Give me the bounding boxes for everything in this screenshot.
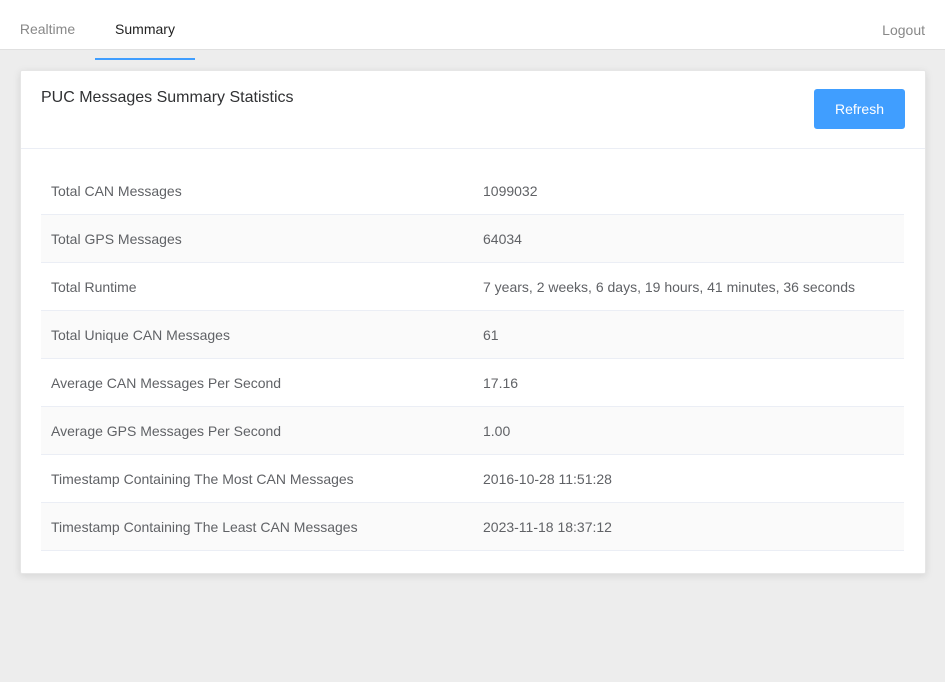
tab-realtime-label: Realtime	[19, 21, 76, 37]
stats-table: Total CAN Messages 1099032 Total GPS Mes…	[41, 167, 904, 551]
table-row: Average GPS Messages Per Second 1.00	[41, 406, 904, 455]
table-row: Total Unique CAN Messages 61	[41, 310, 904, 359]
stat-label: Total Runtime	[41, 262, 473, 311]
stat-value: 17.16	[473, 358, 904, 407]
card-title: PUC Messages Summary Statistics	[41, 89, 294, 106]
stat-label: Total CAN Messages	[41, 167, 473, 215]
stat-label: Total GPS Messages	[41, 214, 473, 263]
stat-label: Average GPS Messages Per Second	[41, 406, 473, 455]
table-row: Timestamp Containing The Least CAN Messa…	[41, 502, 904, 551]
stat-value: 64034	[473, 214, 904, 263]
top-navbar: Realtime Summary Logout	[0, 0, 945, 60]
table-row: Average CAN Messages Per Second 17.16	[41, 358, 904, 407]
stat-label: Timestamp Containing The Least CAN Messa…	[41, 502, 473, 551]
stat-value: 2023-11-18 18:37:12	[473, 502, 904, 551]
logout-link[interactable]: Logout	[882, 0, 925, 60]
tab-summary[interactable]: Summary	[95, 0, 195, 59]
table-row: Total GPS Messages 64034	[41, 214, 904, 263]
stat-label: Average CAN Messages Per Second	[41, 358, 473, 407]
stat-label: Total Unique CAN Messages	[41, 310, 473, 359]
active-tab-indicator	[95, 58, 195, 60]
stat-label: Timestamp Containing The Most CAN Messag…	[41, 454, 473, 503]
stat-value: 1099032	[473, 167, 904, 215]
stat-value: 61	[473, 310, 904, 359]
table-row: Total CAN Messages 1099032	[41, 167, 904, 215]
tab-realtime[interactable]: Realtime	[0, 0, 95, 59]
table-row: Total Runtime 7 years, 2 weeks, 6 days, …	[41, 262, 904, 311]
tab-summary-label: Summary	[115, 21, 175, 37]
stat-value: 2016-10-28 11:51:28	[473, 454, 904, 503]
table-row: Timestamp Containing The Most CAN Messag…	[41, 454, 904, 503]
card-header: PUC Messages Summary Statistics Refresh	[21, 71, 925, 149]
stat-value: 1.00	[473, 406, 904, 455]
stat-value: 7 years, 2 weeks, 6 days, 19 hours, 41 m…	[473, 262, 904, 311]
refresh-button[interactable]: Refresh	[814, 89, 905, 129]
